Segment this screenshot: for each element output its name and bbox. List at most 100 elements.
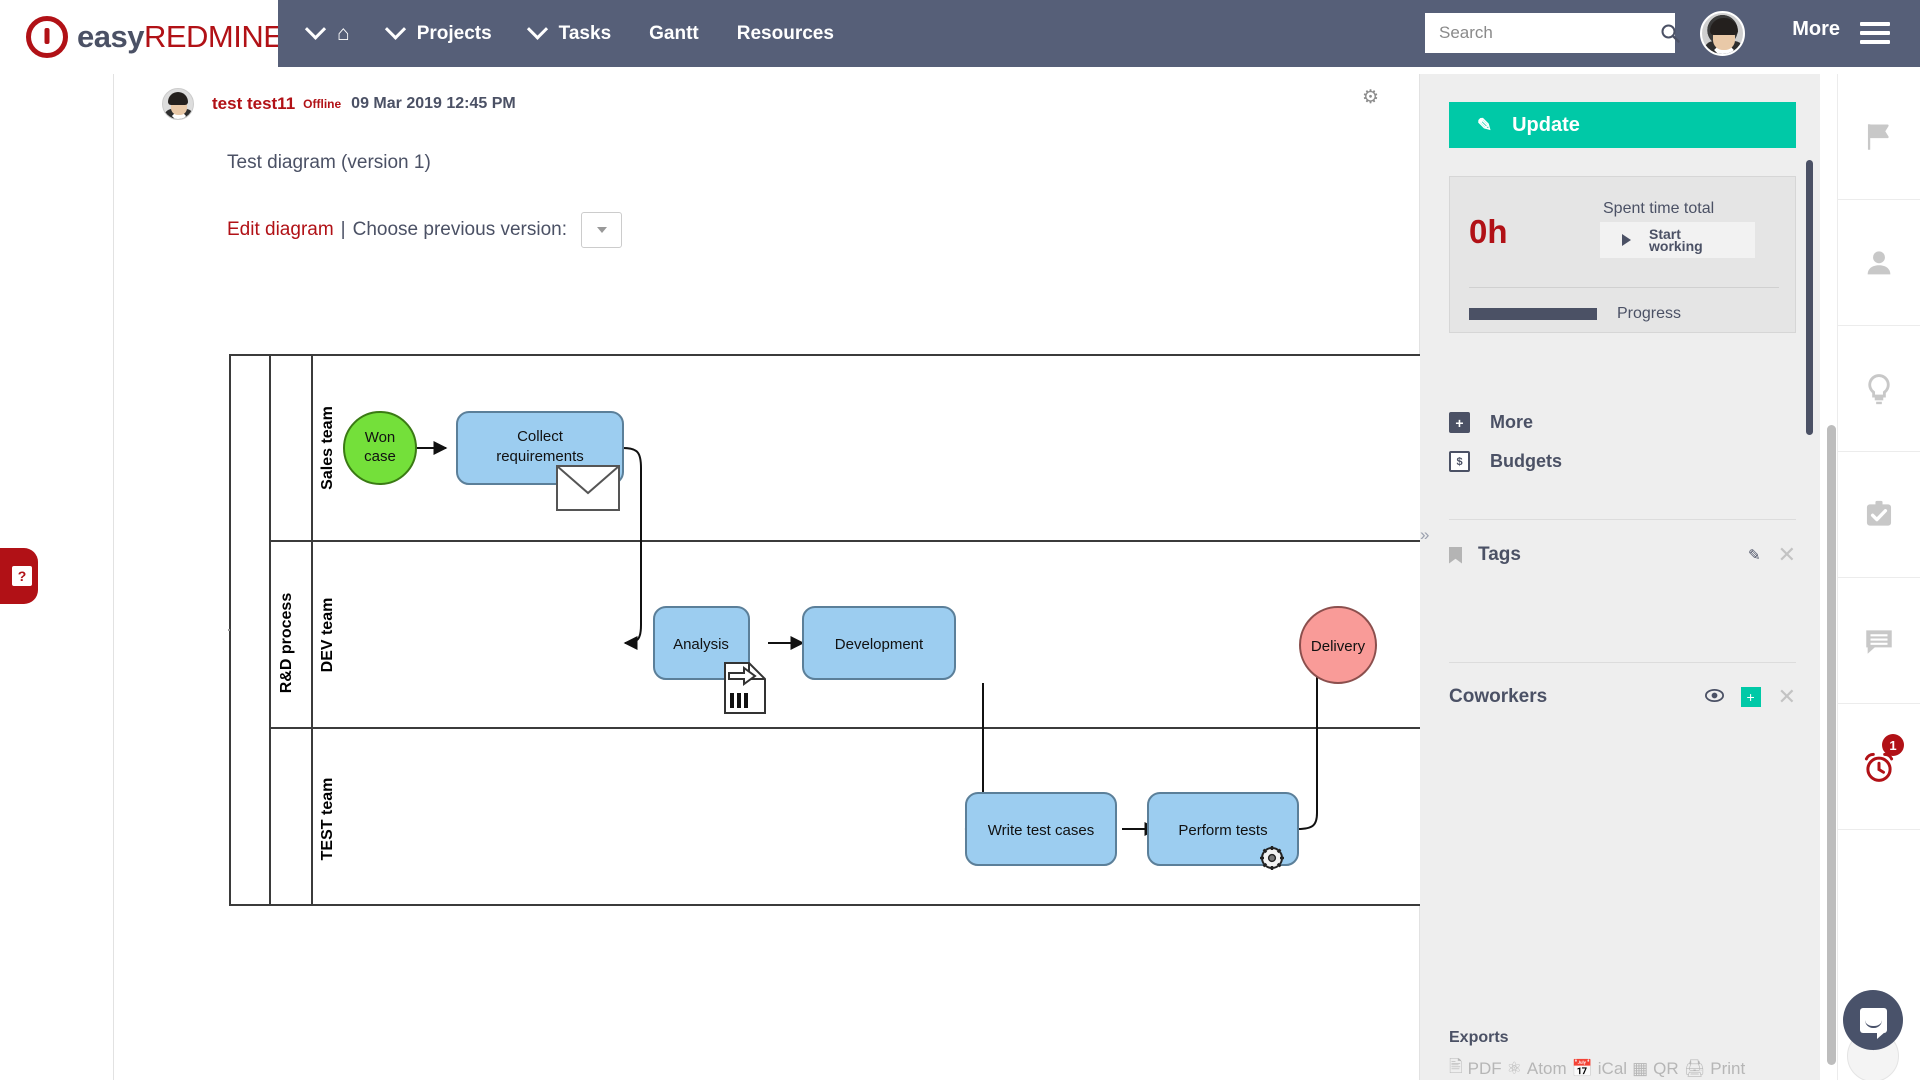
export-print[interactable]: 🖨 Print (1684, 1059, 1746, 1079)
avatar-image (1702, 13, 1743, 54)
panel-link-budgets[interactable]: $ Budgets (1449, 451, 1562, 472)
nav-item-gantt[interactable]: Gantt (649, 0, 699, 67)
alarm-badge-count: 1 (1882, 734, 1904, 756)
more-menu-button[interactable]: More (1792, 18, 1840, 41)
chevron-down-icon (304, 18, 327, 40)
eye-icon[interactable] (1704, 688, 1724, 706)
svg-text:Write test cases: Write test cases (988, 822, 1094, 839)
close-coworkers-icon[interactable]: ✕ (1778, 684, 1796, 710)
divider (1469, 287, 1779, 288)
pool-label: R&D process (278, 593, 295, 694)
start-working-line2: working (1649, 238, 1703, 254)
nav-item-projects[interactable]: Projects (384, 0, 492, 67)
app-logo[interactable]: easyREDMINE (0, 0, 284, 74)
nav-item-resources[interactable]: Resources (737, 0, 834, 67)
plus-square-icon: + (1449, 412, 1470, 433)
journal-date: 09 Mar 2019 12:45 PM (351, 95, 516, 112)
nav-label-resources: Resources (736, 22, 834, 44)
export-ical[interactable]: 📅 iCal (1572, 1059, 1627, 1079)
svg-text:Development: Development (835, 636, 924, 653)
hamburger-menu-icon[interactable] (1860, 22, 1890, 49)
export-print-label: Print (1710, 1058, 1746, 1078)
progress-bar (1469, 308, 1597, 320)
question-mark-icon: ? (12, 566, 32, 586)
rail-item-user[interactable] (1838, 200, 1920, 326)
update-button[interactable]: ✎ Update (1449, 102, 1796, 148)
export-atom-label: Atom (1526, 1058, 1567, 1078)
message-envelope-icon (556, 465, 620, 511)
rail-item-flag[interactable] (1838, 74, 1920, 200)
search-icon[interactable] (1660, 23, 1680, 43)
panel-link-more-label: More (1490, 412, 1534, 432)
progress-label: Progress (1617, 305, 1682, 322)
nav-label-projects: Projects (416, 22, 492, 44)
bookmark-icon (1449, 546, 1462, 564)
help-tab-button[interactable]: ? (0, 548, 38, 604)
export-qr-label: QR (1653, 1058, 1679, 1078)
add-coworker-icon[interactable]: + (1740, 687, 1761, 707)
svg-text:Perform tests: Perform tests (1178, 822, 1267, 839)
edit-tags-icon[interactable]: ✎ (1748, 546, 1761, 564)
svg-text:case: case (364, 448, 396, 465)
journal-author-avatar (162, 88, 194, 120)
journal-header: test test11 Offline 09 Mar 2019 12:45 PM (114, 84, 1419, 124)
easyredmine-logo-icon (26, 16, 68, 58)
version-select-dropdown[interactable] (581, 212, 622, 248)
sidebar-collapse-toggle[interactable]: » (1420, 525, 1436, 545)
journal-author-status: Offline (303, 97, 342, 111)
lane-label-test: TEST team (319, 778, 336, 861)
svg-text:Delivery: Delivery (1311, 638, 1366, 655)
svg-text:Collect: Collect (517, 428, 564, 445)
spent-time-label: Spent time total (1603, 200, 1715, 217)
pdf-icon: 🖹 (1449, 1057, 1463, 1076)
rail-item-clipboard-check[interactable] (1838, 452, 1920, 578)
play-icon (1622, 234, 1631, 246)
edit-diagram-link[interactable]: Edit diagram (227, 219, 334, 241)
rail-item-alarm-clock[interactable]: 1 (1838, 704, 1920, 830)
rail-item-lightbulb[interactable] (1838, 326, 1920, 452)
progress-row: Progress (1469, 305, 1681, 323)
lane-label-sales: Sales team (319, 406, 336, 490)
printer-icon: 🖨 (1683, 1058, 1706, 1078)
dollar-square-icon: $ (1449, 451, 1470, 472)
page-scrollbar[interactable] (1827, 425, 1836, 1065)
search-input[interactable] (1425, 13, 1660, 53)
export-qr[interactable]: ▦ QR (1632, 1059, 1679, 1079)
right-sidebar: ✎ Update 0h Spent time total Start worki… (1420, 74, 1820, 1080)
svg-text:requirements: requirements (496, 448, 584, 465)
gear-icon[interactable]: ⚙ (1362, 86, 1379, 109)
export-pdf[interactable]: 🖹 PDF (1449, 1054, 1502, 1080)
calendar-icon: 📅 (1571, 1058, 1593, 1078)
user-avatar[interactable] (1700, 11, 1745, 56)
panel-link-more[interactable]: + More (1449, 412, 1533, 433)
nav-item-tasks[interactable]: Tasks (526, 0, 611, 67)
update-button-label: Update (1512, 113, 1580, 136)
divider (1449, 519, 1796, 520)
close-tags-icon[interactable]: ✕ (1778, 542, 1796, 568)
lightbulb-icon (1868, 373, 1890, 404)
export-pdf-label: PDF (1467, 1058, 1502, 1078)
search-box[interactable] (1425, 13, 1680, 53)
svg-text:Analysis: Analysis (673, 636, 729, 653)
tags-title: Tags (1478, 544, 1521, 565)
nav-item-home[interactable]: ⌂ (304, 0, 350, 67)
sidebar-scrollbar[interactable] (1806, 160, 1813, 435)
start-working-button[interactable]: Start working (1600, 222, 1755, 258)
lane-label-dev: DEV team (319, 598, 336, 673)
exports-section: Exports 🖹 PDF ⚛ Atom 📅 iCal ▦ QR 🖨 Print (1449, 1029, 1796, 1080)
bpmn-diagram: R&D process Sales team DEV team TEST tea… (220, 353, 1446, 913)
user-icon (1867, 250, 1891, 274)
flag-icon (1867, 123, 1889, 150)
chevron-down-icon (596, 227, 607, 233)
divider (1449, 662, 1796, 663)
start-working-label: Start working (1649, 227, 1703, 254)
journal-author-name[interactable]: test test11 (212, 94, 295, 114)
rail-item-chat[interactable] (1838, 578, 1920, 704)
chevron-down-icon (384, 18, 406, 40)
right-icon-rail: 1 (1837, 74, 1920, 1080)
coworkers-title: Coworkers (1449, 686, 1548, 707)
coworkers-section-header: Coworkers + ✕ (1449, 684, 1796, 710)
panel-link-budgets-label: Budgets (1490, 451, 1562, 471)
chat-widget-button[interactable] (1843, 990, 1903, 1050)
export-atom[interactable]: ⚛ Atom (1507, 1059, 1567, 1079)
